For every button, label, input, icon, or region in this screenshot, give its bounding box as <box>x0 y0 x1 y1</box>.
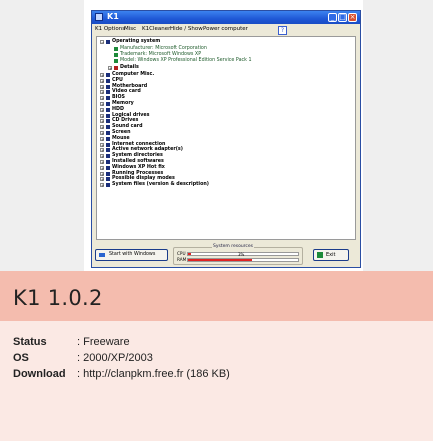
exit-icon <box>317 252 323 258</box>
k1-window: K1 _ □ × K1 Options Misc K1Cleaner Hide … <box>91 10 361 268</box>
category-icon <box>106 78 110 83</box>
expand-toggle[interactable]: + <box>100 96 104 101</box>
menu-power-computer[interactable]: Power computer <box>203 26 248 32</box>
ram-bar-fill <box>188 259 252 261</box>
menu-k1cleaner[interactable]: K1Cleaner <box>142 26 170 32</box>
start-button-label: Start with Windows <box>109 252 156 257</box>
expand-toggle[interactable]: + <box>100 165 104 170</box>
category-icon <box>106 148 110 153</box>
category-icon <box>106 113 110 118</box>
category-icon <box>106 73 110 77</box>
cpu-bar-fill <box>188 253 192 255</box>
expand-toggle[interactable]: + <box>100 113 104 118</box>
info-panel <box>0 321 433 441</box>
right-margin <box>363 0 433 271</box>
exit-button[interactable]: Exit <box>313 249 349 261</box>
info-tree: − Operating system Manufacturer: Microso… <box>96 36 356 240</box>
bottom-bar: Start with Windows System resources CPU … <box>93 243 359 267</box>
leaf-label: Model: Windows XP Professional Edition S… <box>120 58 252 63</box>
resources-title: System resources <box>212 244 255 249</box>
ram-bar <box>187 258 299 262</box>
tree-node-details[interactable]: + Details <box>108 65 338 71</box>
category-icon <box>106 171 110 176</box>
expand-toggle[interactable]: + <box>100 154 104 159</box>
expand-toggle[interactable]: + <box>100 160 104 165</box>
download-key: Download <box>13 368 66 380</box>
status-value: : Freeware <box>77 336 130 348</box>
expand-toggle[interactable]: + <box>100 119 104 124</box>
window-title: K1 <box>107 12 119 21</box>
collapse-toggle[interactable]: − <box>100 40 104 45</box>
expand-toggle[interactable]: + <box>100 171 104 176</box>
category-icon <box>106 177 110 182</box>
tree-node-category[interactable]: + System files (version & description) <box>100 182 350 188</box>
expand-toggle[interactable]: + <box>100 90 104 95</box>
left-margin <box>0 0 84 271</box>
category-icon <box>106 154 110 159</box>
os-value: : 2000/XP/2003 <box>77 352 153 364</box>
ram-label: RAM <box>177 257 187 262</box>
expand-toggle[interactable]: + <box>100 107 104 112</box>
category-icon <box>106 84 110 89</box>
cpu-label: CPU <box>177 251 186 256</box>
folder-icon <box>106 40 110 44</box>
category-icon <box>106 183 110 188</box>
menu-bar: K1 Options Misc K1Cleaner Hide / Show Po… <box>93 25 359 35</box>
title-bar[interactable]: K1 _ □ × <box>92 11 360 24</box>
expand-toggle[interactable]: + <box>100 102 104 107</box>
expand-toggle[interactable]: + <box>100 73 104 78</box>
category-icon <box>106 160 110 164</box>
download-value[interactable]: : http://clanpkm.free.fr (186 KB) <box>77 368 230 380</box>
menu-misc[interactable]: Misc <box>124 26 136 32</box>
system-resources-group: System resources CPU 3% RAM <box>173 244 303 265</box>
category-icon <box>106 136 110 141</box>
category-icon <box>106 119 110 124</box>
expand-toggle[interactable]: + <box>100 84 104 89</box>
maximize-button[interactable]: □ <box>338 13 347 22</box>
app-icon <box>95 13 103 21</box>
expand-toggle[interactable]: + <box>100 183 104 188</box>
leaf-icon <box>114 59 118 63</box>
category-icon <box>106 96 110 101</box>
start-with-windows-button[interactable]: Start with Windows <box>95 249 168 261</box>
windows-icon <box>99 253 105 257</box>
help-menu[interactable]: ? <box>278 26 287 35</box>
status-key: Status <box>13 336 47 348</box>
product-title: K1 1.0.2 <box>13 286 103 310</box>
tree-node-label: Details <box>120 65 139 70</box>
category-icon <box>106 90 110 95</box>
details-icon <box>114 66 118 70</box>
exit-button-label: Exit <box>326 252 336 258</box>
leaf-icon <box>114 53 118 57</box>
cpu-percent: 3% <box>238 252 245 257</box>
expand-toggle[interactable]: + <box>100 177 104 182</box>
close-button[interactable]: × <box>348 13 357 22</box>
tree-node-label: System files (version & description) <box>112 182 209 188</box>
os-key: OS <box>13 352 29 364</box>
cpu-bar: 3% <box>187 252 299 257</box>
expand-toggle[interactable]: + <box>100 142 104 147</box>
tree-leaf[interactable]: Model: Windows XP Professional Edition S… <box>114 58 344 64</box>
category-icon <box>106 142 110 147</box>
expand-toggle[interactable]: + <box>100 125 104 130</box>
category-icon <box>106 107 110 112</box>
category-icon <box>106 125 110 130</box>
expand-toggle[interactable]: + <box>108 66 112 71</box>
tree-node-operating-system[interactable]: − Operating system <box>100 39 350 45</box>
menu-hide-show[interactable]: Hide / Show <box>170 26 203 32</box>
category-icon <box>106 165 110 170</box>
category-icon <box>106 102 110 106</box>
expand-toggle[interactable]: + <box>100 78 104 83</box>
expand-toggle[interactable]: + <box>100 136 104 141</box>
expand-toggle[interactable]: + <box>100 131 104 136</box>
category-icon <box>106 131 110 135</box>
minimize-button[interactable]: _ <box>328 13 337 22</box>
tree-node-label: Operating system <box>112 39 161 44</box>
expand-toggle[interactable]: + <box>100 148 104 153</box>
leaf-icon <box>114 47 118 51</box>
menu-k1-options[interactable]: K1 Options <box>95 26 125 32</box>
